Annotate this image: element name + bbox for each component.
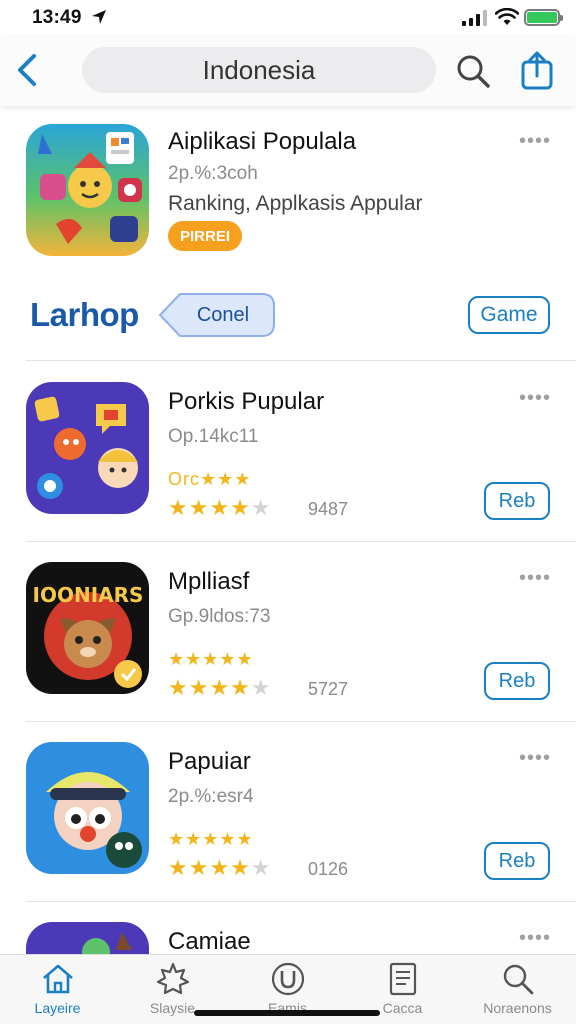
more-options-icon[interactable]: •••• (519, 747, 551, 770)
share-icon[interactable] (518, 50, 556, 90)
app-row[interactable]: Porkis Pupular Op.14kc11 Orc★★★ ★★★★★ 94… (0, 361, 576, 541)
featured-app-title: Aiplikasi Populala (168, 128, 357, 155)
tab-label: Layeire (34, 1000, 81, 1016)
game-button[interactable]: Game (468, 296, 550, 334)
home-indicator[interactable] (194, 1010, 380, 1016)
tab-layeire[interactable]: Layeire (0, 955, 115, 1024)
more-options-icon[interactable]: •••• (519, 567, 551, 590)
nav-bar: Indonesia (0, 36, 576, 106)
location-arrow-icon (92, 10, 106, 24)
tab-label: Noraenons (483, 1000, 552, 1016)
get-button[interactable]: Reb (484, 662, 550, 700)
document-icon (389, 962, 417, 996)
status-time: 13:49 (32, 7, 82, 28)
app-icon-camiae (26, 922, 149, 954)
app-subtitle: Op.14kc11 (168, 426, 259, 447)
featured-app-icon (26, 124, 149, 256)
banner-logo: Larhop (30, 296, 139, 333)
app-rating-stars: ★★★★★ (168, 495, 272, 520)
search-icon (503, 964, 534, 995)
home-icon (43, 964, 73, 994)
app-rating-stars: ★★★★★ (168, 675, 272, 700)
circle-u-icon (271, 962, 305, 996)
app-title: Camiae (168, 928, 251, 954)
featured-app-description: Ranking, Applkasis Appular (168, 192, 423, 215)
app-rating-count: 0126 (308, 859, 349, 879)
more-options-icon[interactable]: •••• (519, 927, 551, 950)
search-icon[interactable] (454, 52, 492, 90)
get-button[interactable]: Reb (484, 482, 550, 520)
featured-app-subtitle: 2p.%:3coh (168, 163, 258, 184)
puzzle-icon (156, 962, 190, 995)
app-icon-papuiar (26, 742, 149, 874)
app-stars-line: Orc★★★ (168, 469, 252, 489)
search-field-text: Indonesia (202, 54, 316, 85)
app-icon-porkis (26, 382, 149, 514)
app-icon-mplliasf: IOONIARS (26, 562, 149, 694)
app-subtitle: Gp.9ldos:73 (168, 606, 271, 627)
app-title: Porkis Pupular (168, 388, 325, 415)
cellular-signal-icon (462, 10, 487, 26)
tab-noraenons[interactable]: Noraenons (460, 955, 575, 1024)
search-field[interactable]: Indonesia (82, 47, 436, 93)
app-title: Papuiar (168, 748, 251, 775)
app-title: Mplliasf (168, 568, 250, 595)
app-rating-count: 9487 (308, 499, 349, 519)
battery-icon (524, 9, 563, 26)
app-row[interactable]: IOONIARS Mplliasf Gp.9ldos:73 ★★★★★ ★★★★… (0, 541, 576, 721)
status-bar: 13:49 (0, 0, 576, 36)
back-chevron-icon[interactable] (10, 50, 46, 90)
app-row[interactable]: Papuiar 2p.%:esr4 ★★★★★ ★★★★★ 0126 Reb •… (0, 721, 576, 901)
app-stars-line: ★★★★★ (168, 829, 254, 849)
app-row[interactable]: Camiae •••• (0, 901, 576, 954)
banner-pill-label: Conel (196, 303, 250, 326)
more-options-icon[interactable]: •••• (519, 387, 551, 410)
app-rating-stars: ★★★★★ (168, 855, 272, 880)
featured-tag-badge: PIRREI (168, 221, 243, 251)
app-subtitle: 2p.%:esr4 (168, 786, 254, 807)
more-options-icon[interactable]: •••• (519, 130, 551, 153)
app-stars-line: ★★★★★ (168, 649, 254, 669)
app-rating-count: 5727 (308, 679, 349, 699)
app-list: Aiplikasi Populala 2p.%:3coh Ranking, Ap… (0, 106, 576, 954)
get-button[interactable]: Reb (484, 842, 550, 880)
icon-art-text: IOONIARS (33, 583, 144, 607)
wifi-icon (495, 8, 519, 25)
banner-pill[interactable]: Conel (158, 292, 276, 338)
